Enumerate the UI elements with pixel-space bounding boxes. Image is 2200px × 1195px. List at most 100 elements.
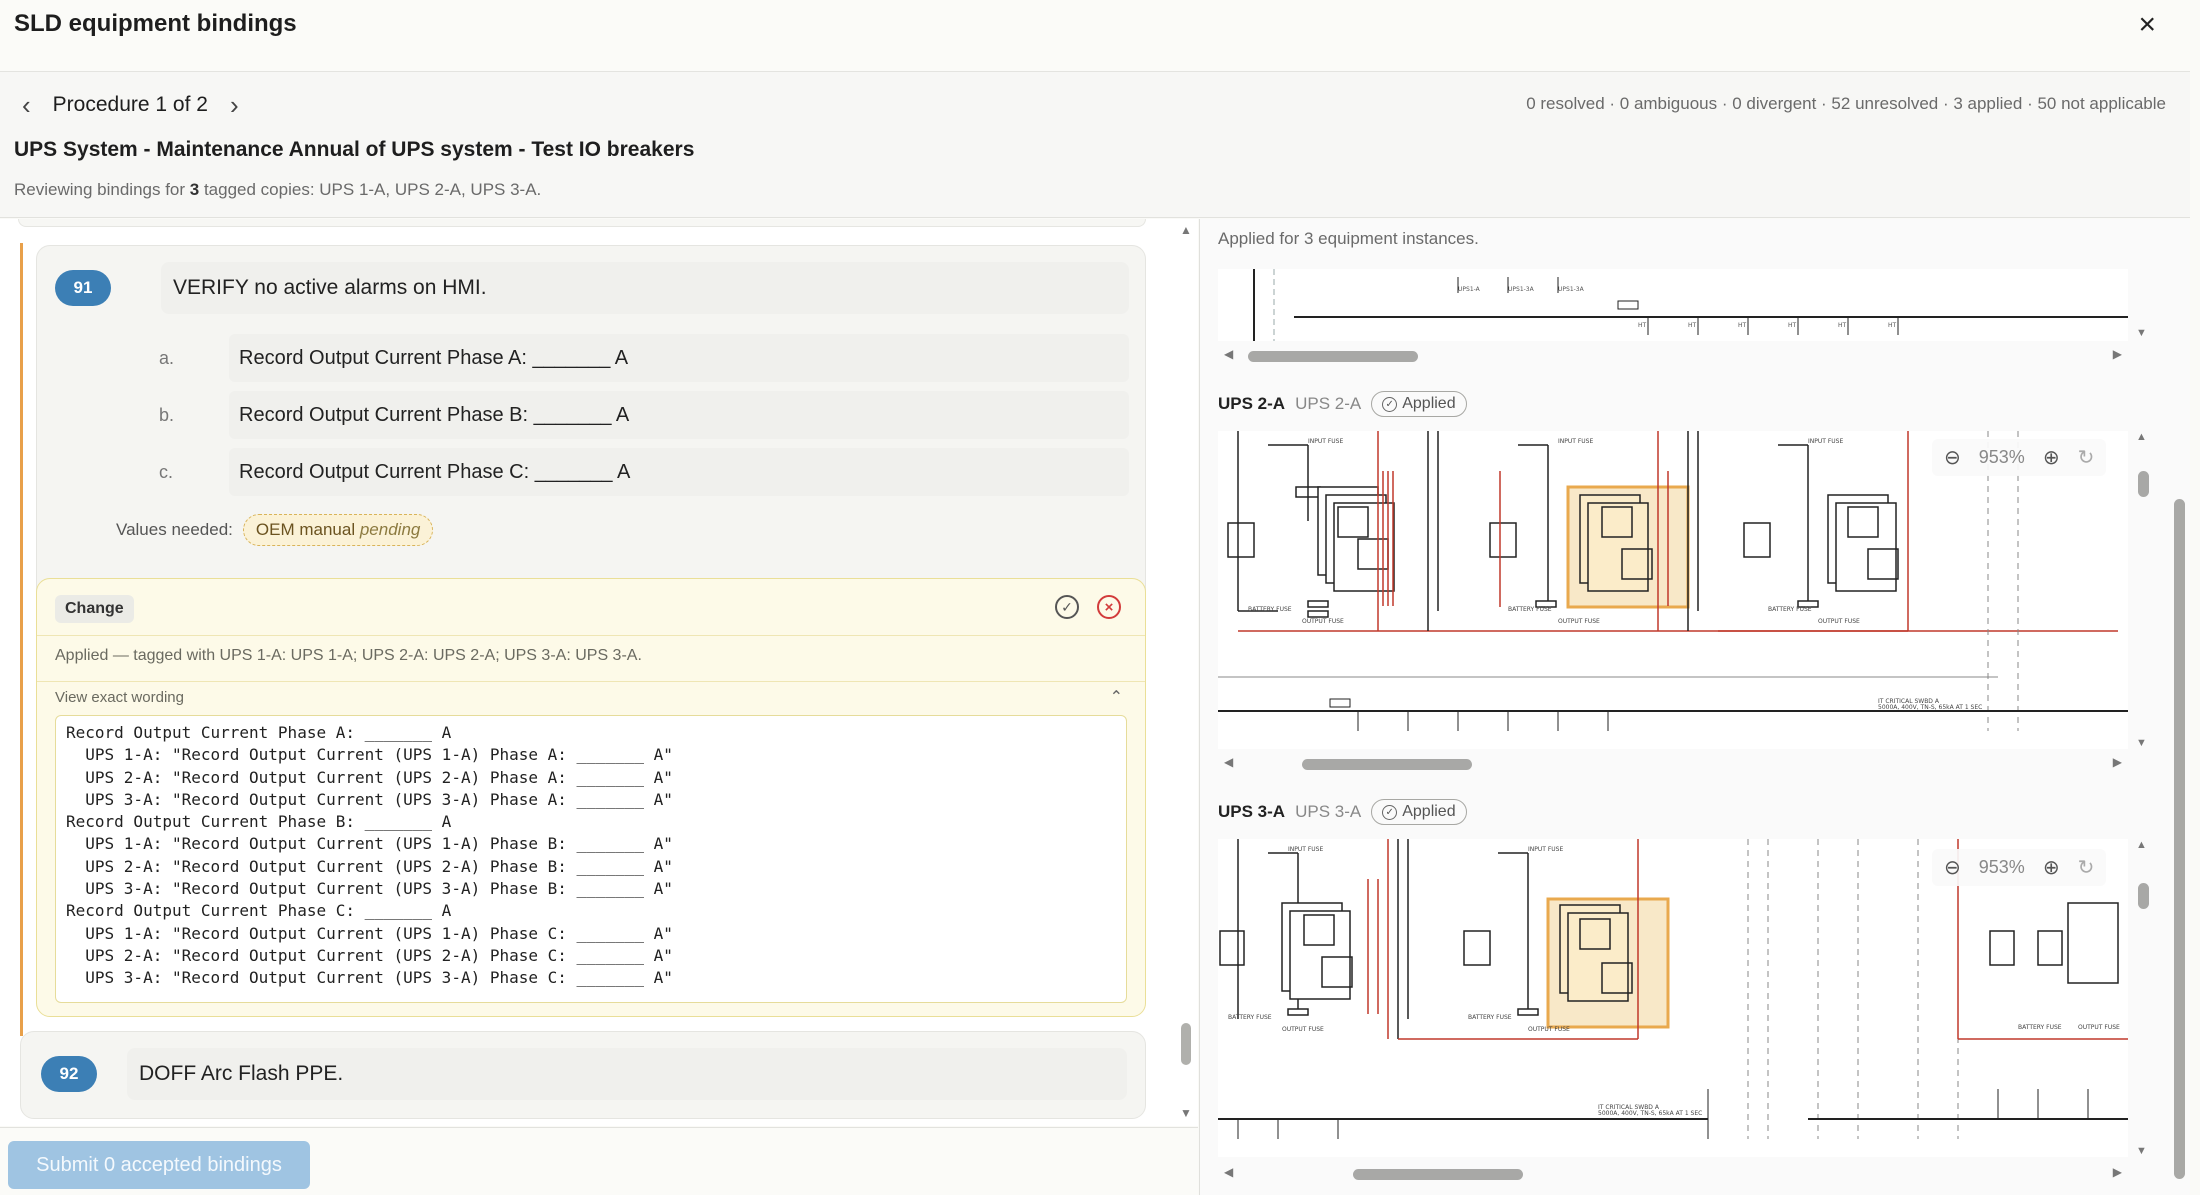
scroll-left-icon[interactable]: ◀	[1224, 347, 1233, 361]
prev-procedure-icon[interactable]: ‹	[22, 92, 31, 118]
substep-letter: b.	[159, 405, 175, 425]
label-input-fuse: INPUT FUSE	[1308, 438, 1343, 445]
substep-letter: c.	[159, 462, 174, 482]
accept-change-icon[interactable]: ✓	[1055, 595, 1079, 619]
svg-text:HT: HT	[1888, 322, 1897, 329]
substep-text: Record Output Current Phase B: _______ A	[229, 391, 1129, 439]
label-output-fuse: OUTPUT FUSE	[1302, 618, 1344, 625]
scroll-right-icon[interactable]: ▶	[2113, 1165, 2122, 1179]
sld-diagram[interactable]: INPUT FUSE INPUT FUSE INPUT FUSE BATTERY…	[1218, 431, 2128, 749]
dialog-footer: Submit 0 accepted bindings	[0, 1127, 1198, 1195]
label-battery-fuse: BATTERY FUSE	[1508, 606, 1552, 613]
exact-wording-box: Record Output Current Phase A: _______ A…	[55, 715, 1127, 1003]
scroll-down-icon[interactable]: ▼	[2136, 327, 2147, 339]
divider	[37, 681, 1145, 682]
vertical-scrollbar[interactable]: ▼	[2136, 269, 2152, 339]
scroll-down-icon[interactable]: ▼	[1180, 1106, 1192, 1120]
applied-summary: Applied — tagged with UPS 1-A: UPS 1-A; …	[55, 647, 642, 664]
sld-diagram[interactable]: INPUT FUSE INPUT FUSE BATTERY FUSE BATTE…	[1218, 839, 2128, 1157]
values-needed: Values needed: OEM manual pending	[116, 514, 434, 546]
label-output-fuse: OUTPUT FUSE	[1282, 1026, 1324, 1033]
scrollbar-thumb[interactable]	[1353, 1169, 1523, 1180]
step-card-92: 92 DOFF Arc Flash PPE.	[20, 1031, 1146, 1119]
label-battery-fuse: BATTERY FUSE	[1248, 606, 1292, 613]
step-number-badge: 92	[41, 1056, 97, 1092]
scrollbar-thumb[interactable]	[2138, 883, 2149, 909]
pill-status: pending	[359, 520, 421, 539]
steps-scrollbar[interactable]: ▲ ▼	[1178, 219, 1194, 1126]
diagram-panel-ups-2a: UPS 2-A UPS 2-A ✓ Applied INPUT FUSE INP…	[1218, 389, 2149, 789]
dialog-title: SLD equipment bindings	[14, 10, 297, 37]
reset-zoom-icon[interactable]: ↻	[2078, 445, 2095, 470]
scroll-left-icon[interactable]: ◀	[1224, 755, 1233, 769]
status-label: Applied	[1402, 803, 1456, 820]
collapse-chevron-icon[interactable]: ⌃	[1110, 687, 1123, 707]
svg-text:HT: HT	[1788, 322, 1797, 329]
vertical-scrollbar[interactable]: ▲ ▼	[2136, 431, 2152, 749]
substep-b: b. Record Output Current Phase B: ______…	[117, 391, 1129, 439]
scrollbar-thumb[interactable]	[1302, 759, 1472, 770]
label-critical-rating: 5000A, 400V, TN-S, 65kA AT 1 SEC	[1878, 704, 1982, 711]
steps-pane[interactable]: 91 VERIFY no active alarms on HMI. a. Re…	[0, 219, 1198, 1126]
substep-a: a. Record Output Current Phase A: ______…	[117, 334, 1129, 382]
svg-text:HT: HT	[1688, 322, 1697, 329]
scroll-down-icon[interactable]: ▼	[2136, 1145, 2147, 1157]
scrollbar-thumb[interactable]	[2174, 499, 2185, 1179]
close-icon[interactable]: ×	[2138, 10, 2156, 40]
scroll-right-icon[interactable]: ▶	[2113, 347, 2122, 361]
zoom-in-icon[interactable]: ⊕	[2043, 855, 2060, 880]
scroll-left-icon[interactable]: ◀	[1224, 1165, 1233, 1179]
horizontal-scrollbar[interactable]: ◀ ▶	[1218, 347, 2128, 365]
diagram-pane-scrollbar[interactable]	[2170, 219, 2188, 1195]
horizontal-scrollbar[interactable]: ◀ ▶	[1218, 755, 2128, 773]
scroll-up-icon[interactable]: ▲	[1180, 223, 1192, 237]
step-text: VERIFY no active alarms on HMI.	[161, 262, 1129, 314]
applied-badge: ✓ Applied	[1371, 799, 1467, 825]
zoom-out-icon[interactable]: ⊖	[1944, 445, 1961, 470]
dialog-header: SLD equipment bindings ×	[0, 0, 2190, 72]
horizontal-scrollbar[interactable]: ◀ ▶	[1218, 1165, 2128, 1183]
zoom-out-icon[interactable]: ⊖	[1944, 855, 1961, 880]
scroll-right-icon[interactable]: ▶	[2113, 755, 2122, 769]
change-chip: Change	[55, 595, 134, 623]
scroll-down-icon[interactable]: ▼	[2136, 737, 2147, 749]
next-procedure-icon[interactable]: ›	[230, 92, 239, 118]
scrollbar-thumb[interactable]	[1181, 1023, 1191, 1065]
svg-text:UPS1-3A: UPS1-3A	[1508, 286, 1535, 293]
procedure-title: UPS System - Maintenance Annual of UPS s…	[14, 138, 695, 161]
reset-zoom-icon[interactable]: ↻	[2078, 855, 2095, 880]
review-count: 3	[189, 180, 200, 199]
zoom-controls: ⊖ 953% ⊕ ↻	[1932, 849, 2107, 886]
sld-diagram[interactable]: UPS1-A UPS1-3A UPS1-3A HT HT HT HT HT HT	[1218, 269, 2128, 341]
sld-drawing: UPS1-A UPS1-3A UPS1-3A HT HT HT HT HT HT	[1253, 269, 2128, 341]
zoom-level: 953%	[1978, 447, 2025, 467]
submit-bindings-button[interactable]: Submit 0 accepted bindings	[8, 1141, 310, 1189]
label-input-fuse: INPUT FUSE	[1808, 438, 1843, 445]
substep-c: c. Record Output Current Phase C: ______…	[117, 448, 1129, 496]
sld-drawing: INPUT FUSE INPUT FUSE INPUT FUSE BATTERY…	[1218, 431, 2128, 731]
view-exact-wording-toggle[interactable]: View exact wording	[55, 689, 184, 706]
values-label: Values needed:	[116, 520, 233, 539]
oem-manual-pill[interactable]: OEM manual pending	[242, 514, 434, 546]
reject-change-icon[interactable]: ×	[1097, 595, 1121, 619]
procedure-nav: ‹ Procedure 1 of 2 ›	[22, 90, 239, 120]
applied-note: Applied for 3 equipment instances.	[1218, 229, 1479, 248]
zoom-in-icon[interactable]: ⊕	[2043, 445, 2060, 470]
zoom-level: 953%	[1978, 857, 2025, 877]
scroll-up-icon[interactable]: ▲	[2136, 839, 2147, 851]
label-output-fuse: OUTPUT FUSE	[1558, 618, 1600, 625]
vertical-scrollbar[interactable]: ▲ ▼	[2136, 839, 2152, 1157]
label-input-fuse: INPUT FUSE	[1288, 846, 1323, 853]
diagram-pane[interactable]: Applied for 3 equipment instances. UPS1-…	[1199, 219, 2190, 1195]
scrollbar-thumb[interactable]	[1248, 351, 1418, 362]
label-output-fuse: OUTPUT FUSE	[1528, 1026, 1570, 1033]
panel-header: UPS 2-A UPS 2-A ✓ Applied	[1218, 389, 1467, 419]
change-card: Change ✓ × Applied — tagged with UPS 1-A…	[36, 578, 1146, 1017]
scrollbar-thumb[interactable]	[2138, 471, 2149, 497]
step-number-badge: 91	[55, 270, 111, 306]
scroll-up-icon[interactable]: ▲	[2136, 431, 2147, 443]
substep-text: Record Output Current Phase A: _______ A	[229, 334, 1129, 382]
sld-drawing: INPUT FUSE INPUT FUSE BATTERY FUSE BATTE…	[1218, 839, 2128, 1139]
svg-text:UPS1-A: UPS1-A	[1458, 286, 1481, 293]
applied-badge: ✓ Applied	[1371, 391, 1467, 417]
